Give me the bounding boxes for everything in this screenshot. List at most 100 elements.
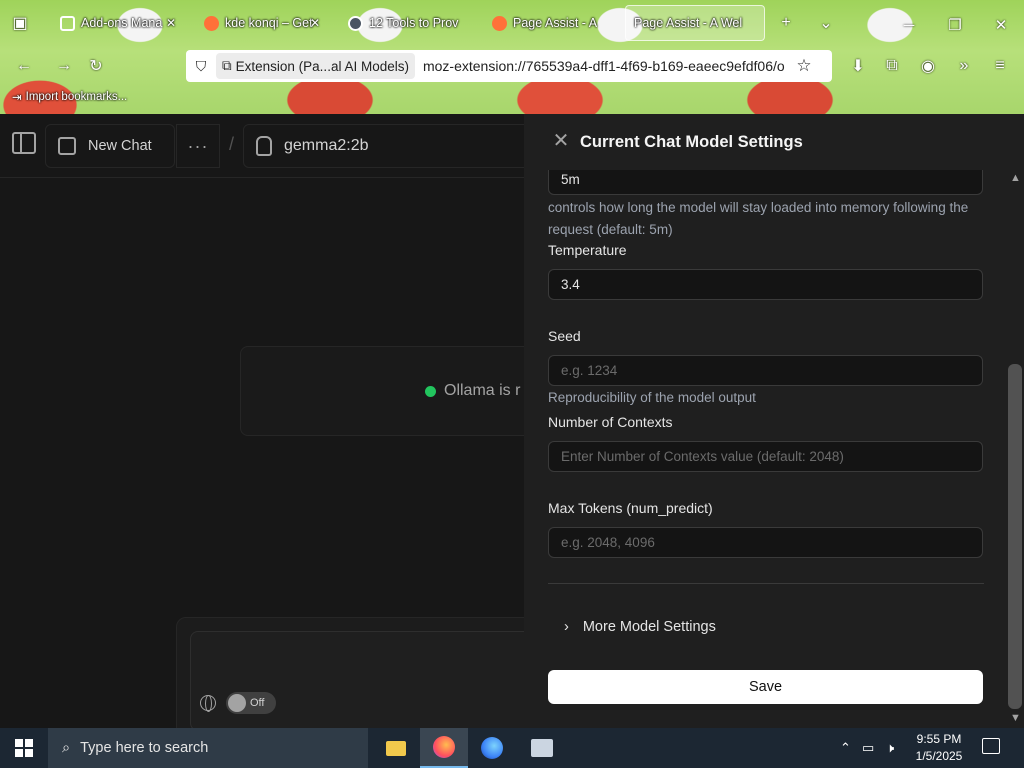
close-icon[interactable]: ✕ xyxy=(166,16,176,30)
model-settings-drawer: ✕ Current Chat Model Settings 5m control… xyxy=(524,114,1024,728)
site-icon xyxy=(348,15,363,31)
pocket-icon[interactable]: ⬇ xyxy=(844,52,872,80)
time: 9:55 PM xyxy=(916,732,962,746)
max-tokens-label: Max Tokens (num_predict) xyxy=(548,500,713,516)
extension-identity[interactable]: ⧉ Extension (Pa...al AI Models) xyxy=(216,53,415,79)
search-icon: ⌕ xyxy=(62,740,71,756)
scrollbar-thumb[interactable] xyxy=(1008,364,1022,709)
shield-icon[interactable]: ⛉ xyxy=(186,58,216,75)
contexts-label: Number of Contexts xyxy=(548,414,673,430)
windows-logo-icon xyxy=(15,739,33,757)
new-chat-label: New Chat xyxy=(88,138,152,154)
temperature-input[interactable]: 3.4 xyxy=(548,269,983,300)
seed-input[interactable]: e.g. 1234 xyxy=(548,355,983,386)
llama-icon xyxy=(256,136,272,156)
firefox-icon xyxy=(204,15,219,31)
screen: ▣ Add-ons Mana ✕ kde konqi – Get ✕ 12 To… xyxy=(0,0,1024,768)
firefox-view-icon[interactable]: ▣ xyxy=(8,11,32,35)
firefox-dev-taskbar-icon[interactable] xyxy=(468,728,516,768)
bookmark-star-icon[interactable]: ☆ xyxy=(789,56,819,76)
toggle-label: Off xyxy=(250,697,265,709)
extensions-icon[interactable]: ⧉ xyxy=(878,52,906,80)
windows-taskbar: ⌕ Type here to search ⌃ ▭ 🕨 9:55 PM 1/5/… xyxy=(0,728,1024,768)
bookmarks-bar: ⇥ Import bookmarks... xyxy=(12,90,127,104)
chevron-right-icon: › xyxy=(564,619,569,635)
model-name: gemma2:2b xyxy=(284,137,369,154)
tab-list-icon[interactable]: ⌄ xyxy=(814,11,838,35)
tab-page-assist[interactable]: Page Assist - A xyxy=(484,5,619,41)
puzzle-icon: ⧉ xyxy=(222,58,232,73)
puzzle-icon xyxy=(60,15,75,31)
reload-icon[interactable]: ↻ xyxy=(82,52,110,80)
taskbar-search[interactable]: ⌕ Type here to search xyxy=(48,728,368,768)
tray-chevron-icon[interactable]: ⌃ xyxy=(840,728,851,768)
nav-bar: ← → ↻ ⛉ ⧉ Extension (Pa...al AI Models) … xyxy=(0,48,1024,84)
tab-label: 12 Tools to Prov xyxy=(369,16,459,30)
save-button[interactable]: Save xyxy=(548,670,983,704)
close-window-icon[interactable]: ✕ xyxy=(988,12,1014,38)
tab-label: kde konqi – Get xyxy=(225,16,313,30)
globe-icon[interactable] xyxy=(200,695,216,712)
tab-label: Page Assist - A Wel xyxy=(634,16,743,30)
import-icon: ⇥ xyxy=(12,92,22,104)
new-chat-button[interactable]: New Chat xyxy=(45,124,175,168)
divider xyxy=(548,583,984,584)
message-input[interactable] xyxy=(190,631,570,731)
maximize-icon[interactable]: ❐ xyxy=(942,12,968,38)
network-icon[interactable]: ▭ xyxy=(862,728,874,768)
close-icon[interactable]: ✕ xyxy=(552,131,570,151)
file-explorer-icon[interactable] xyxy=(372,728,420,768)
volume-muted-icon[interactable]: 🕨 xyxy=(886,728,894,768)
back-icon[interactable]: ← xyxy=(10,52,38,80)
new-tab-icon[interactable]: + xyxy=(774,11,798,35)
clock[interactable]: 9:55 PM 1/5/2025 xyxy=(910,731,968,765)
tab-label: Add-ons Mana xyxy=(81,16,163,30)
app-taskbar-icon[interactable] xyxy=(518,728,566,768)
max-tokens-input[interactable]: e.g. 2048, 4096 xyxy=(548,527,983,558)
scroll-up-icon[interactable]: ▲ xyxy=(1010,172,1021,184)
start-button[interactable] xyxy=(0,728,48,768)
extension-badge-icon[interactable]: ◉ xyxy=(914,52,942,80)
import-bookmarks-link[interactable]: Import bookmarks... xyxy=(26,91,128,103)
drawer-title: Current Chat Model Settings xyxy=(580,133,803,151)
seed-help: Reproducibility of the model output xyxy=(548,390,756,405)
tab-label: Page Assist - A xyxy=(513,16,598,30)
status-dot xyxy=(425,385,436,397)
keep-alive-input[interactable]: 5m xyxy=(548,170,983,195)
firefox-icon xyxy=(492,15,507,31)
more-model-settings-toggle[interactable]: › More Model Settings xyxy=(564,619,716,635)
status-text: Ollama is r xyxy=(444,382,521,399)
toggle-knob xyxy=(228,694,246,712)
model-selector[interactable]: gemma2:2b xyxy=(243,124,543,168)
url-text[interactable]: moz-extension://765539a4-dff1-4f69-b169-… xyxy=(423,58,789,74)
contexts-input[interactable]: Enter Number of Contexts value (default:… xyxy=(548,441,983,472)
notification-icon[interactable] xyxy=(982,738,1000,754)
web-search-toggle[interactable]: Off xyxy=(226,692,276,714)
edit-icon xyxy=(58,137,76,155)
browser-chrome: ▣ Add-ons Mana ✕ kde konqi – Get ✕ 12 To… xyxy=(0,0,1024,114)
tab-page-assist-active[interactable]: Page Assist - A Wel xyxy=(625,5,765,41)
seed-label: Seed xyxy=(548,328,581,344)
temperature-label: Temperature xyxy=(548,242,627,258)
tab-tools[interactable]: 12 Tools to Prov xyxy=(340,5,475,41)
forward-icon[interactable]: → xyxy=(50,52,78,80)
more-settings-label: More Model Settings xyxy=(582,619,716,635)
overflow-icon[interactable]: » xyxy=(950,52,978,80)
close-icon[interactable]: ✕ xyxy=(310,16,320,30)
search-placeholder: Type here to search xyxy=(80,740,209,756)
scroll-down-icon[interactable]: ▼ xyxy=(1010,712,1021,724)
firefox-taskbar-icon[interactable] xyxy=(420,728,468,768)
date: 1/5/2025 xyxy=(915,749,963,763)
keep-alive-help: controls how long the model will stay lo… xyxy=(548,200,969,237)
url-bar[interactable]: ⛉ ⧉ Extension (Pa...al AI Models) moz-ex… xyxy=(186,50,832,82)
sidebar-toggle-icon[interactable] xyxy=(12,132,36,154)
menu-icon[interactable]: ≡ xyxy=(986,52,1014,80)
more-options-button[interactable]: ··· xyxy=(176,124,220,168)
drawer-header: ✕ Current Chat Model Settings xyxy=(524,114,1024,170)
minimize-icon[interactable]: ─ xyxy=(896,12,922,38)
tab-addons[interactable]: Add-ons Mana ✕ xyxy=(52,5,182,41)
ollama-status-card: Ollama is r xyxy=(240,346,570,436)
breadcrumb-separator: / xyxy=(229,134,235,154)
tab-kde-konqi[interactable]: kde konqi – Get ✕ xyxy=(196,5,326,41)
drawer-body: 5m controls how long the model will stay… xyxy=(548,170,984,728)
